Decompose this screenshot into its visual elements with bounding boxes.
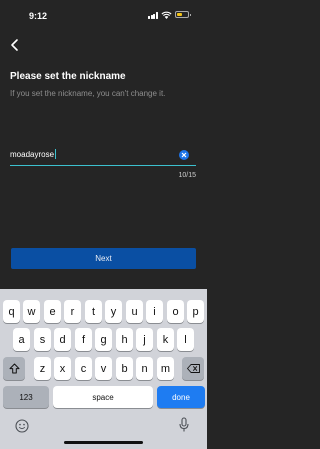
key-k[interactable]: k — [157, 328, 174, 351]
key-d[interactable]: d — [54, 328, 71, 351]
key-a[interactable]: a — [13, 328, 30, 351]
nickname-value: moadayrose — [10, 150, 55, 159]
keyboard: q w e r t y u i o p a s d f g h j k l z … — [0, 289, 207, 449]
key-q[interactable]: q — [3, 300, 20, 323]
space-key[interactable]: space — [53, 386, 153, 408]
key-n[interactable]: n — [136, 357, 153, 380]
page-title: Please set the nickname — [10, 71, 126, 82]
character-counter: 10/15 — [178, 172, 196, 179]
battery-icon — [175, 11, 191, 18]
backspace-icon — [186, 364, 200, 373]
cellular-signal-icon — [148, 12, 159, 19]
home-indicator[interactable] — [64, 441, 143, 444]
key-s[interactable]: s — [34, 328, 51, 351]
key-i[interactable]: i — [146, 300, 163, 323]
key-t[interactable]: t — [85, 300, 102, 323]
key-r[interactable]: r — [64, 300, 81, 323]
key-h[interactable]: h — [116, 328, 133, 351]
chevron-left-icon[interactable] — [8, 37, 22, 53]
wifi-icon — [161, 11, 172, 19]
key-f[interactable]: f — [75, 328, 92, 351]
key-p[interactable]: p — [187, 300, 204, 323]
key-c[interactable]: c — [75, 357, 92, 380]
key-l[interactable]: l — [177, 328, 194, 351]
key-m[interactable]: m — [157, 357, 174, 380]
status-time: 9:12 — [29, 11, 48, 21]
done-key[interactable]: done — [157, 386, 205, 408]
emoji-icon[interactable] — [15, 419, 29, 433]
microphone-icon[interactable] — [178, 417, 190, 433]
text-caret — [54, 149, 56, 159]
key-b[interactable]: b — [116, 357, 133, 380]
key-u[interactable]: u — [126, 300, 143, 323]
key-v[interactable]: v — [95, 357, 112, 380]
key-y[interactable]: y — [105, 300, 122, 323]
numbers-key[interactable]: 123 — [3, 386, 49, 408]
nickname-field[interactable]: moadayrose — [10, 144, 196, 166]
shift-key[interactable] — [3, 357, 25, 380]
shift-icon — [9, 363, 19, 374]
key-j[interactable]: j — [136, 328, 153, 351]
key-e[interactable]: e — [44, 300, 61, 323]
key-w[interactable]: w — [23, 300, 40, 323]
page-subtitle: If you set the nickname, you can't chang… — [10, 89, 166, 98]
key-x[interactable]: x — [54, 357, 71, 380]
key-g[interactable]: g — [95, 328, 112, 351]
key-z[interactable]: z — [34, 357, 51, 380]
next-button[interactable]: Next — [11, 248, 196, 269]
status-bar: 9:12 — [0, 0, 207, 30]
clear-icon[interactable] — [179, 150, 189, 160]
delete-key[interactable] — [182, 357, 204, 380]
key-o[interactable]: o — [167, 300, 184, 323]
